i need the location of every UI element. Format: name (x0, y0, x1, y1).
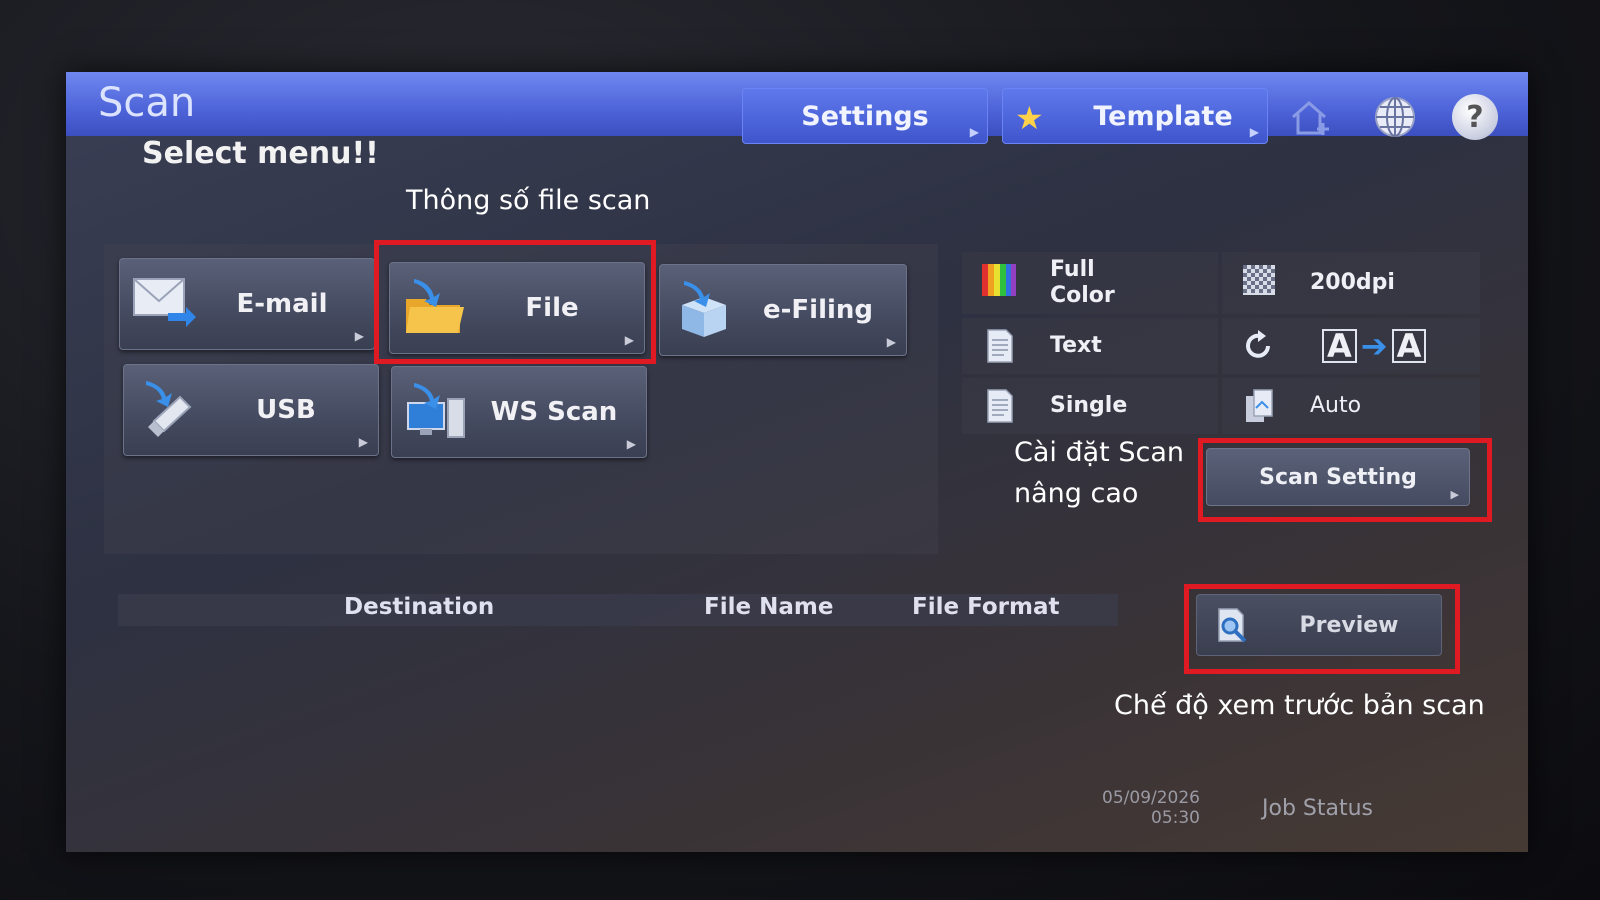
annotation-scan-setting: Cài đặt Scan nâng cao (1014, 437, 1184, 509)
box-icon (682, 281, 726, 337)
arrow-icon: ▶ (354, 329, 364, 343)
original-mode-value: Text (1050, 333, 1102, 358)
usb-icon (146, 381, 192, 437)
computer-icon (407, 383, 465, 438)
scan-screen: Scan Settings ▶ ★ Template ▶ ? Select me… (66, 72, 1528, 852)
email-label: E-mail (236, 289, 328, 319)
arrow-icon: ▶ (886, 335, 896, 349)
date-time: 05/09/2026 05:30 (1066, 788, 1200, 828)
paper-size-icon (1246, 389, 1273, 422)
tab-settings[interactable]: Settings ▶ (742, 88, 988, 144)
single-page-icon (987, 389, 1013, 423)
help-glyph: ? (1466, 99, 1484, 135)
original-mode-setting[interactable]: Text (962, 318, 1218, 374)
ws-scan-button[interactable]: WS Scan ▶ (391, 366, 647, 458)
resolution-setting[interactable]: 200dpi (1222, 252, 1480, 314)
document-icon (987, 329, 1013, 363)
duplex-value: Single (1050, 393, 1128, 418)
tab-template-label: Template (1093, 100, 1233, 132)
duplex-setting[interactable]: Single (962, 378, 1218, 434)
efiling-button[interactable]: e-Filing ▶ (659, 264, 907, 356)
tab-arrow-icon: ▶ (969, 125, 979, 139)
rotation-to: A (1391, 329, 1427, 363)
email-button[interactable]: E-mail ▶ (119, 258, 375, 350)
column-destination: Destination (344, 594, 495, 620)
star-icon: ★ (1015, 99, 1044, 137)
job-status-button[interactable]: Job Status (1262, 796, 1373, 821)
efiling-label: e-Filing (762, 295, 874, 325)
file-highlight-box (374, 240, 656, 364)
help-icon[interactable]: ? (1452, 94, 1498, 140)
rotation-preview: A ➔ A (1322, 318, 1427, 374)
color-bars-icon (982, 264, 1016, 296)
size-value: Auto (1310, 393, 1362, 418)
color-mode-value: Full Color (1050, 252, 1115, 314)
select-menu-prompt: Select menu!! (142, 136, 379, 171)
color-mode-line1: Full (1050, 257, 1095, 282)
rotate-icon (1246, 330, 1270, 358)
usb-button[interactable]: USB ▶ (123, 364, 379, 456)
arrow-right-icon: ➔ (1360, 327, 1388, 365)
annotation-preview: Chế độ xem trước bản scan (1114, 690, 1485, 721)
footer-time: 05:30 (1151, 808, 1200, 828)
preview-highlight-box (1184, 584, 1460, 674)
color-mode-line2: Color (1050, 283, 1115, 308)
tab-settings-label: Settings (801, 100, 929, 132)
annotation-file: Thông số file scan (406, 185, 651, 216)
resolution-grid-icon (1243, 265, 1275, 295)
column-file-name: File Name (704, 594, 834, 620)
rotation-setting[interactable]: A ➔ A (1222, 318, 1480, 374)
size-setting[interactable]: Auto (1222, 378, 1480, 434)
arrow-icon: ▶ (358, 435, 368, 449)
footer-date: 05/09/2026 (1102, 788, 1200, 808)
destination-table-header: Destination File Name File Format (118, 594, 1118, 626)
arrow-icon: ▶ (626, 437, 636, 451)
rotation-from: A (1322, 329, 1357, 363)
globe-icon[interactable] (1372, 94, 1418, 140)
color-mode-setting[interactable]: Full Color (962, 252, 1218, 314)
email-icon (133, 278, 196, 327)
resolution-value: 200dpi (1310, 270, 1395, 295)
home-add-icon[interactable] (1288, 94, 1334, 140)
tab-arrow-icon: ▶ (1249, 125, 1259, 139)
app-title: Scan (98, 80, 196, 126)
tab-template[interactable]: ★ Template ▶ (1002, 88, 1268, 144)
scan-setting-highlight-box (1198, 438, 1492, 522)
usb-label: USB (256, 395, 316, 425)
ws-scan-label: WS Scan (490, 397, 618, 427)
top-bar: Scan Settings ▶ ★ Template ▶ ? (66, 72, 1528, 144)
column-file-format: File Format (912, 594, 1060, 620)
